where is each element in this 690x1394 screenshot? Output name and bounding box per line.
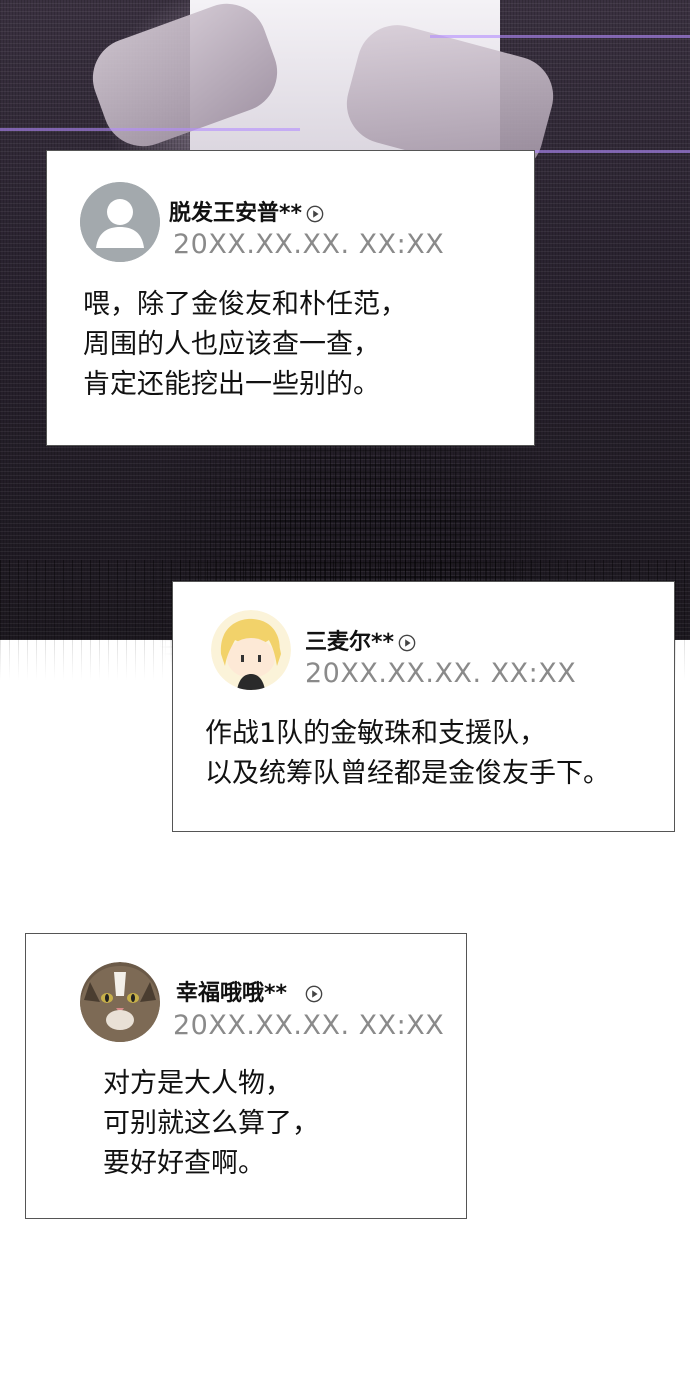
comment-body: 对方是大人物， 可别就这么算了， 要好好查啊。 xyxy=(103,1064,319,1184)
glitch-line xyxy=(0,128,300,131)
comment-line: 以及统筹队曾经都是金俊友手下。 xyxy=(205,758,610,789)
default-person-icon[interactable] xyxy=(80,182,160,262)
play-icon[interactable] xyxy=(398,634,416,652)
username-text[interactable]: 脱发王安普** xyxy=(169,201,302,226)
comment-line: 周围的人也应该查一查， xyxy=(83,329,380,360)
username-text[interactable]: 幸福哦哦** xyxy=(176,981,287,1006)
comment-card: 脱发王安普** 20XX.XX.XX. XX:XX 喂，除了金俊友和朴任范， 周… xyxy=(46,150,535,446)
comment-line: 要好好查啊。 xyxy=(103,1148,265,1179)
blonde-character-icon[interactable] xyxy=(211,610,291,690)
comment-line: 喂，除了金俊友和朴任范， xyxy=(83,289,407,320)
cat-photo-icon[interactable] xyxy=(80,962,160,1042)
comment-body: 喂，除了金俊友和朴任范， 周围的人也应该查一查， 肯定还能挖出一些别的。 xyxy=(83,285,407,405)
comment-line: 对方是大人物， xyxy=(103,1068,292,1099)
comment-card: 三麦尔** 20XX.XX.XX. XX:XX 作战1队的金敏珠和支援队， 以及… xyxy=(172,581,675,832)
glitch-line xyxy=(430,35,690,38)
timestamp: 20XX.XX.XX. XX:XX xyxy=(173,229,445,260)
comment-card: 幸福哦哦** 20XX.XX.XX. XX:XX 对方是大人物， 可别就这么算了… xyxy=(25,933,467,1219)
username-text[interactable]: 三麦尔** xyxy=(305,630,394,655)
timestamp: 20XX.XX.XX. XX:XX xyxy=(305,658,577,689)
play-icon[interactable] xyxy=(305,985,323,1003)
comment-line: 可别就这么算了， xyxy=(103,1108,319,1139)
username[interactable]: 脱发王安普** xyxy=(169,195,324,227)
username[interactable]: 幸福哦哦** xyxy=(176,975,323,1007)
play-icon[interactable] xyxy=(306,205,324,223)
username[interactable]: 三麦尔** xyxy=(305,624,416,656)
comment-body: 作战1队的金敏珠和支援队， 以及统筹队曾经都是金俊友手下。 xyxy=(205,714,610,794)
timestamp: 20XX.XX.XX. XX:XX xyxy=(173,1010,445,1041)
comment-line: 作战1队的金敏珠和支援队， xyxy=(205,718,547,749)
comment-line: 肯定还能挖出一些别的。 xyxy=(83,369,380,400)
